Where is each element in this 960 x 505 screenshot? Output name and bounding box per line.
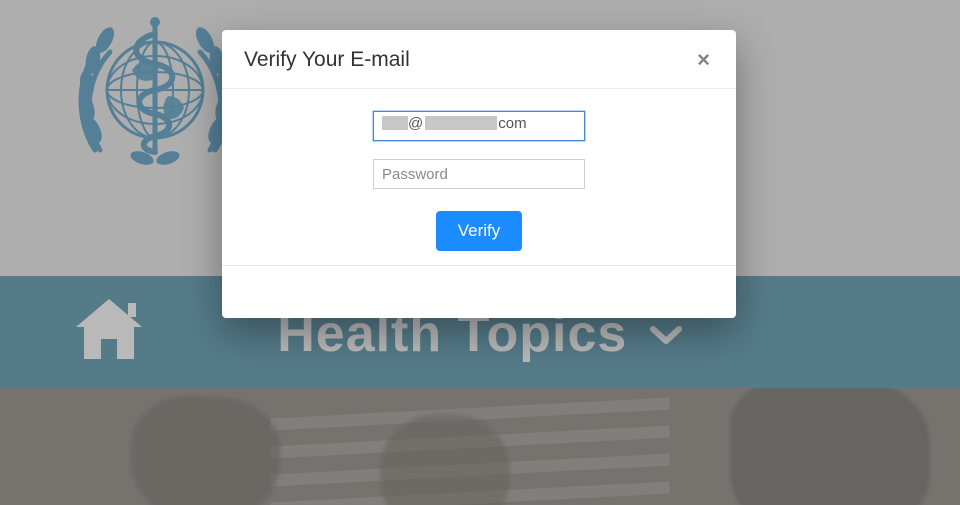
modal-footer <box>222 265 736 318</box>
email-input[interactable]: @ com <box>373 111 585 141</box>
email-at: @ <box>408 115 423 132</box>
verify-button[interactable]: Verify <box>436 211 523 251</box>
verify-email-modal: Verify Your E-mail × @ com Verify <box>222 30 736 318</box>
password-input[interactable] <box>373 159 585 189</box>
modal-title: Verify Your E-mail <box>244 48 410 72</box>
modal-close-button[interactable]: × <box>693 49 714 71</box>
email-tld: com <box>498 115 526 132</box>
redacted-domain <box>425 116 497 130</box>
redacted-local-part <box>382 116 408 130</box>
